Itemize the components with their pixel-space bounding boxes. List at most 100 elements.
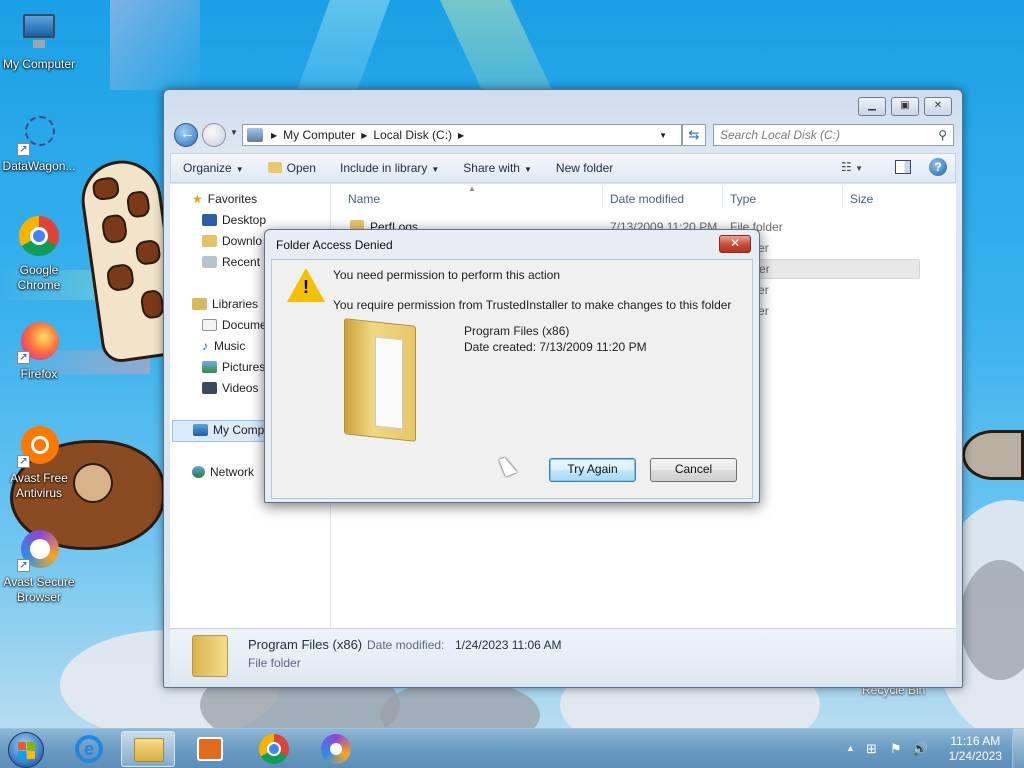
address-dropdown-icon[interactable]: ▼ bbox=[659, 131, 667, 140]
nav-desktop[interactable]: Desktop bbox=[202, 213, 266, 227]
nav-network[interactable]: Network bbox=[192, 465, 254, 479]
chevron-down-icon: ▼ bbox=[235, 165, 244, 174]
desktop-icon bbox=[202, 214, 217, 226]
downloads-folder-icon bbox=[202, 235, 217, 247]
column-header-date-modified[interactable]: Date modified bbox=[610, 192, 684, 206]
nav-documents-label: Docume bbox=[222, 318, 267, 332]
maximize-button[interactable]: ▣ bbox=[891, 97, 919, 116]
libraries-icon bbox=[192, 298, 207, 310]
desktop-icon-my-computer[interactable]: My Computer bbox=[0, 10, 78, 72]
shortcut-arrow-icon: ↗ bbox=[17, 455, 30, 468]
dialog-message-primary: You need permission to perform this acti… bbox=[333, 268, 561, 282]
nav-videos[interactable]: Videos bbox=[202, 381, 258, 395]
open-button[interactable]: Open bbox=[256, 161, 328, 175]
folder-icon bbox=[192, 635, 228, 677]
datawagon-icon: ↗ bbox=[17, 112, 61, 156]
close-window-button[interactable]: ✕ bbox=[924, 97, 952, 116]
column-divider[interactable] bbox=[842, 186, 843, 208]
dialog-folder-name: Program Files (x86) bbox=[464, 324, 570, 338]
breadcrumb-my-computer[interactable]: My Computer bbox=[283, 128, 355, 142]
cancel-button[interactable]: Cancel bbox=[650, 458, 737, 482]
taskbar-windows-explorer[interactable] bbox=[121, 731, 175, 767]
include-in-library-menu[interactable]: Include in library ▼ bbox=[328, 161, 451, 175]
recent-pages-dropdown[interactable]: ▼ bbox=[230, 128, 238, 137]
breadcrumb-arrow-icon: ▶ bbox=[361, 130, 368, 140]
nav-downloads[interactable]: Downlo bbox=[202, 234, 262, 248]
desktop-icon-label: Avast Free Antivirus bbox=[10, 471, 68, 500]
back-button[interactable]: ← bbox=[174, 123, 198, 147]
turtle-fin-illustration bbox=[962, 430, 1024, 480]
dialog-title: Folder Access Denied bbox=[276, 238, 393, 252]
start-button[interactable] bbox=[4, 730, 48, 768]
new-folder-button[interactable]: New folder bbox=[544, 161, 625, 175]
nav-pictures[interactable]: Pictures bbox=[202, 360, 265, 374]
nav-my-computer-label: My Comp bbox=[213, 423, 265, 437]
column-divider[interactable] bbox=[722, 186, 723, 208]
chrome-icon bbox=[259, 734, 289, 764]
avast-icon: ↗ bbox=[17, 424, 61, 468]
taskbar-internet-explorer[interactable]: e bbox=[63, 731, 117, 767]
internet-explorer-icon: e bbox=[75, 735, 103, 763]
column-header-name[interactable]: Name bbox=[348, 192, 380, 206]
folder-icon bbox=[267, 162, 282, 173]
computer-icon bbox=[193, 424, 208, 436]
command-bar: Organize ▼ Open Include in library ▼ Share… bbox=[170, 153, 956, 183]
avast-secure-browser-icon: ↗ bbox=[17, 528, 61, 572]
organize-menu[interactable]: Organize ▼ bbox=[171, 161, 256, 175]
desktop-icon-google-chrome[interactable]: Google Chrome bbox=[0, 216, 78, 293]
desktop-icon-avast-antivirus[interactable]: ↗ Avast Free Antivirus bbox=[0, 424, 78, 501]
search-input[interactable]: Search Local Disk (C:) ⚲ bbox=[713, 124, 954, 146]
nav-music[interactable]: ♪ Music bbox=[202, 339, 245, 353]
music-icon: ♪ bbox=[202, 339, 208, 353]
volume-icon[interactable]: 🔊 bbox=[912, 741, 928, 757]
desktop-icon-label: Firefox bbox=[20, 367, 58, 381]
nav-favorites[interactable]: ★ Favorites bbox=[192, 192, 257, 206]
system-clock[interactable]: 11:16 AM 1/24/2023 bbox=[949, 734, 1002, 764]
avast-secure-browser-icon bbox=[321, 734, 351, 764]
star-icon: ★ bbox=[192, 192, 203, 206]
firefox-icon: ↗ bbox=[17, 320, 61, 364]
address-bar[interactable]: ▶ My Computer ▶ Local Disk (C:) ▶ ▼ bbox=[242, 124, 682, 146]
taskbar-google-chrome[interactable] bbox=[247, 731, 301, 767]
view-options-icon[interactable]: ☷ ▼ bbox=[841, 160, 863, 174]
dialog-close-button[interactable]: ✕ bbox=[719, 235, 751, 253]
help-icon[interactable]: ? bbox=[929, 158, 947, 176]
action-center-flag-icon[interactable]: ⚑ bbox=[890, 741, 902, 757]
clock-date: 1/24/2023 bbox=[948, 749, 1002, 763]
desktop-icon-datawagon[interactable]: ↗ DataWagon... bbox=[0, 112, 78, 174]
clock-time: 11:16 AM bbox=[950, 734, 1001, 748]
nav-libraries[interactable]: Libraries bbox=[192, 297, 258, 311]
network-tray-icon[interactable]: ⊞ bbox=[866, 741, 877, 757]
breadcrumb-local-disk[interactable]: Local Disk (C:) bbox=[373, 128, 452, 142]
desktop-icon-avast-secure-browser[interactable]: ↗ Avast Secure Browser bbox=[0, 528, 78, 605]
column-header-type[interactable]: Type bbox=[730, 192, 756, 206]
share-with-menu[interactable]: Share with ▼ bbox=[451, 161, 544, 175]
chevron-down-icon: ▼ bbox=[523, 165, 532, 174]
details-pane: Program Files (x86) Date modified: 1/24/… bbox=[170, 628, 956, 683]
new-folder-label: New folder bbox=[555, 161, 614, 175]
column-divider[interactable] bbox=[602, 186, 603, 208]
try-again-button[interactable]: Try Again bbox=[549, 458, 636, 482]
media-player-icon bbox=[197, 737, 223, 761]
preview-pane-icon[interactable] bbox=[895, 160, 911, 174]
taskbar-media-player[interactable] bbox=[183, 731, 237, 767]
show-hidden-icons-button[interactable]: ▲ bbox=[846, 743, 855, 753]
desktop-icon-firefox[interactable]: ↗ Firefox bbox=[0, 320, 78, 382]
minimize-button[interactable]: ▁ bbox=[858, 97, 886, 116]
taskbar-avast-secure-browser[interactable] bbox=[309, 731, 363, 767]
dialog-message-secondary: You require permission from TrustedInsta… bbox=[333, 298, 732, 312]
warning-exclamation-glyph: ! bbox=[303, 277, 309, 297]
search-icon: ⚲ bbox=[938, 128, 947, 142]
column-header-size[interactable]: Size bbox=[850, 192, 873, 206]
show-desktop-button[interactable] bbox=[1012, 729, 1024, 768]
forward-button[interactable] bbox=[202, 123, 226, 147]
shortcut-arrow-icon: ↗ bbox=[17, 351, 30, 364]
search-placeholder: Search Local Disk (C:) bbox=[720, 128, 841, 142]
nav-network-label: Network bbox=[210, 465, 255, 479]
details-name: Program Files (x86) bbox=[248, 637, 363, 652]
refresh-button[interactable]: ⇆ bbox=[682, 124, 706, 146]
nav-documents[interactable]: Docume bbox=[202, 318, 267, 332]
desktop-icon-label: My Computer bbox=[2, 57, 76, 71]
windows-logo-icon bbox=[8, 732, 44, 768]
nav-recent-places[interactable]: Recent P bbox=[202, 255, 271, 269]
